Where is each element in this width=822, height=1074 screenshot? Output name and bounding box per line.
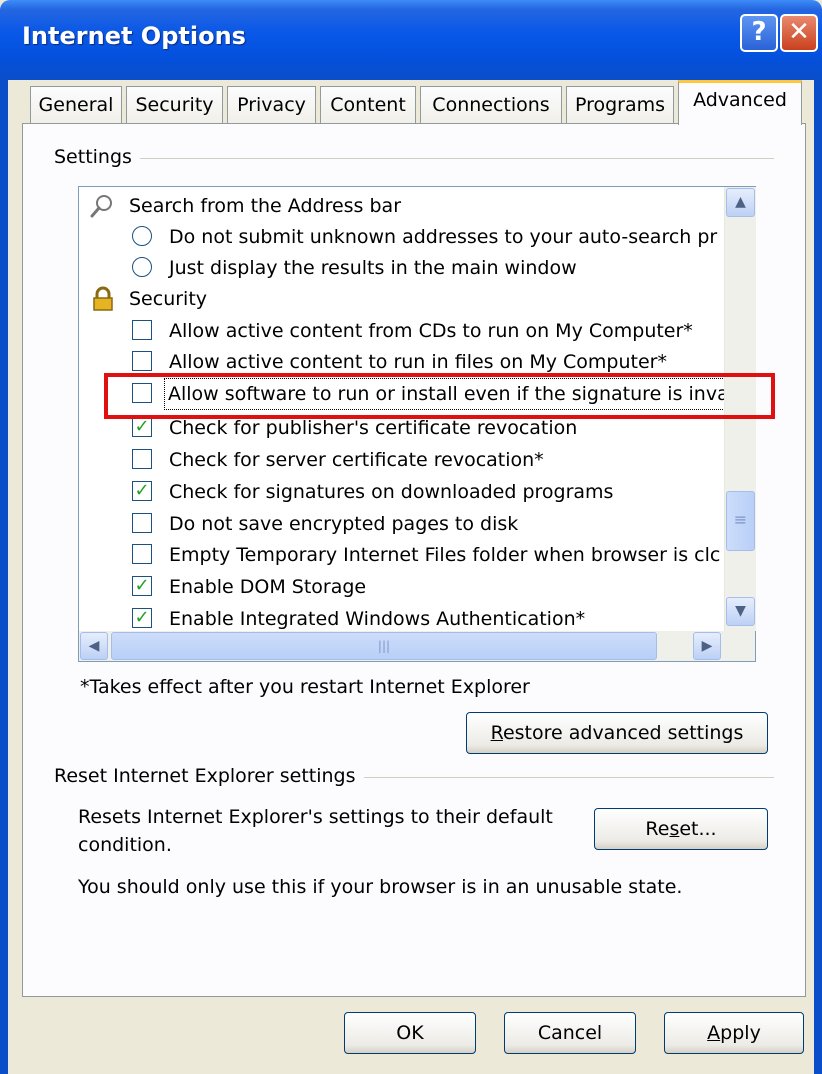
cancel-button[interactable]: Cancel bbox=[504, 1012, 636, 1054]
horizontal-scroll-thumb[interactable]: ||| bbox=[111, 632, 657, 660]
list-item-radio[interactable]: Just display the results in the main win… bbox=[79, 253, 719, 283]
settings-group-label: Settings bbox=[54, 146, 140, 168]
grip-icon: ||| bbox=[377, 639, 391, 653]
list-item-label: Check for server certificate revocation* bbox=[169, 449, 544, 471]
restart-footnote: *Takes effect after you restart Internet… bbox=[80, 676, 530, 698]
list-item-label: Do not submit unknown addresses to your … bbox=[169, 226, 718, 248]
checkbox[interactable] bbox=[132, 320, 152, 340]
window-title: Internet Options bbox=[22, 22, 246, 50]
magnifier-icon bbox=[90, 195, 112, 218]
tab-general[interactable]: General bbox=[30, 86, 122, 124]
window-frame-left bbox=[0, 80, 8, 1074]
list-item-label: Empty Temporary Internet Files folder wh… bbox=[169, 544, 721, 566]
button-text: Re bbox=[645, 818, 670, 840]
reset-button[interactable]: Reset... bbox=[594, 808, 768, 850]
settings-group-line bbox=[56, 158, 774, 159]
list-item-label: Search from the Address bar bbox=[129, 195, 402, 217]
list-item-checkbox[interactable]: ✓ Check for signatures on downloaded pro… bbox=[79, 477, 719, 507]
radio-button[interactable] bbox=[132, 226, 152, 246]
checkbox-checked[interactable]: ✓ bbox=[132, 481, 152, 501]
list-item-label: Do not save encrypted pages to disk bbox=[169, 513, 519, 535]
accelerator-key: s bbox=[669, 818, 680, 840]
highlight-box bbox=[104, 373, 775, 419]
checkbox[interactable] bbox=[132, 449, 152, 469]
checkbox-checked[interactable]: ✓ bbox=[132, 608, 152, 628]
checkbox-checked[interactable]: ✓ bbox=[132, 576, 152, 596]
restore-advanced-settings-button[interactable]: Restore advanced settings bbox=[466, 712, 768, 754]
tab-content[interactable]: Content bbox=[320, 86, 416, 124]
button-text: estore advanced settings bbox=[502, 722, 744, 744]
list-item-checkbox[interactable]: ✓ Enable Integrated Windows Authenticati… bbox=[79, 604, 719, 634]
scroll-up-button[interactable]: ▲ bbox=[726, 188, 755, 217]
accelerator-key: R bbox=[490, 722, 503, 744]
grip-icon: ≡ bbox=[733, 510, 748, 529]
ok-button[interactable]: OK bbox=[344, 1012, 476, 1054]
tab-security[interactable]: Security bbox=[126, 86, 223, 124]
list-item-label: Check for signatures on downloaded progr… bbox=[169, 481, 614, 503]
tab-privacy[interactable]: Privacy bbox=[227, 86, 316, 124]
settings-list[interactable]: Search from the Address bar Do not submi… bbox=[78, 186, 756, 662]
reset-description: Resets Internet Explorer's settings to t… bbox=[78, 806, 553, 828]
button-text: et... bbox=[679, 818, 717, 840]
window-frame-right bbox=[814, 80, 822, 1074]
close-button[interactable]: ✕ bbox=[780, 14, 818, 52]
list-item-radio[interactable]: Do not submit unknown addresses to your … bbox=[79, 222, 719, 252]
accelerator-key: A bbox=[707, 1022, 721, 1044]
horizontal-scrollbar[interactable]: ◀ ||| ▶ bbox=[79, 631, 724, 661]
reset-description-continued: condition. bbox=[78, 834, 172, 856]
apply-button[interactable]: Apply bbox=[664, 1012, 804, 1054]
tab-connections[interactable]: Connections bbox=[420, 86, 562, 124]
lock-icon bbox=[93, 286, 113, 311]
scroll-right-button[interactable]: ▶ bbox=[693, 632, 721, 660]
help-button[interactable]: ? bbox=[740, 14, 778, 52]
radio-button[interactable] bbox=[132, 257, 152, 277]
list-item-security-group: Security bbox=[79, 284, 719, 314]
checkbox-checked[interactable]: ✓ bbox=[132, 417, 152, 437]
list-item-label: Security bbox=[129, 288, 208, 310]
list-item-checkbox[interactable]: ✓ Enable DOM Storage bbox=[79, 572, 719, 602]
tab-programs[interactable]: Programs bbox=[566, 86, 674, 124]
list-item-label: Allow active content from CDs to run on … bbox=[169, 320, 693, 342]
list-item-search-group: Search from the Address bar bbox=[79, 191, 719, 221]
list-item-checkbox[interactable]: Do not save encrypted pages to disk bbox=[79, 509, 719, 539]
checkbox[interactable] bbox=[132, 351, 152, 371]
button-text: pply bbox=[720, 1022, 761, 1044]
checkbox[interactable] bbox=[132, 513, 152, 533]
list-item-label: Enable DOM Storage bbox=[169, 576, 367, 598]
list-item-checkbox[interactable]: Allow active content from CDs to run on … bbox=[79, 316, 719, 346]
tab-advanced[interactable]: Advanced bbox=[678, 80, 802, 125]
vertical-scroll-thumb[interactable]: ≡ bbox=[726, 491, 755, 551]
list-item-label: Enable Integrated Windows Authentication… bbox=[169, 608, 586, 630]
list-item-label: Just display the results in the main win… bbox=[169, 257, 577, 279]
title-bar[interactable]: Internet Options ? ✕ bbox=[0, 0, 822, 80]
reset-group-label: Reset Internet Explorer settings bbox=[54, 765, 364, 787]
reset-warning: You should only use this if your browser… bbox=[78, 876, 683, 898]
list-item-checkbox[interactable]: Empty Temporary Internet Files folder wh… bbox=[79, 540, 721, 570]
scroll-left-button[interactable]: ◀ bbox=[80, 632, 108, 660]
checkbox[interactable] bbox=[132, 544, 152, 564]
internet-options-dialog: Internet Options ? ✕ General Security Pr… bbox=[0, 0, 822, 1074]
list-item-checkbox[interactable]: Check for server certificate revocation* bbox=[79, 445, 719, 475]
scrollbar-corner bbox=[724, 631, 755, 661]
scroll-down-button[interactable]: ▼ bbox=[726, 597, 755, 626]
